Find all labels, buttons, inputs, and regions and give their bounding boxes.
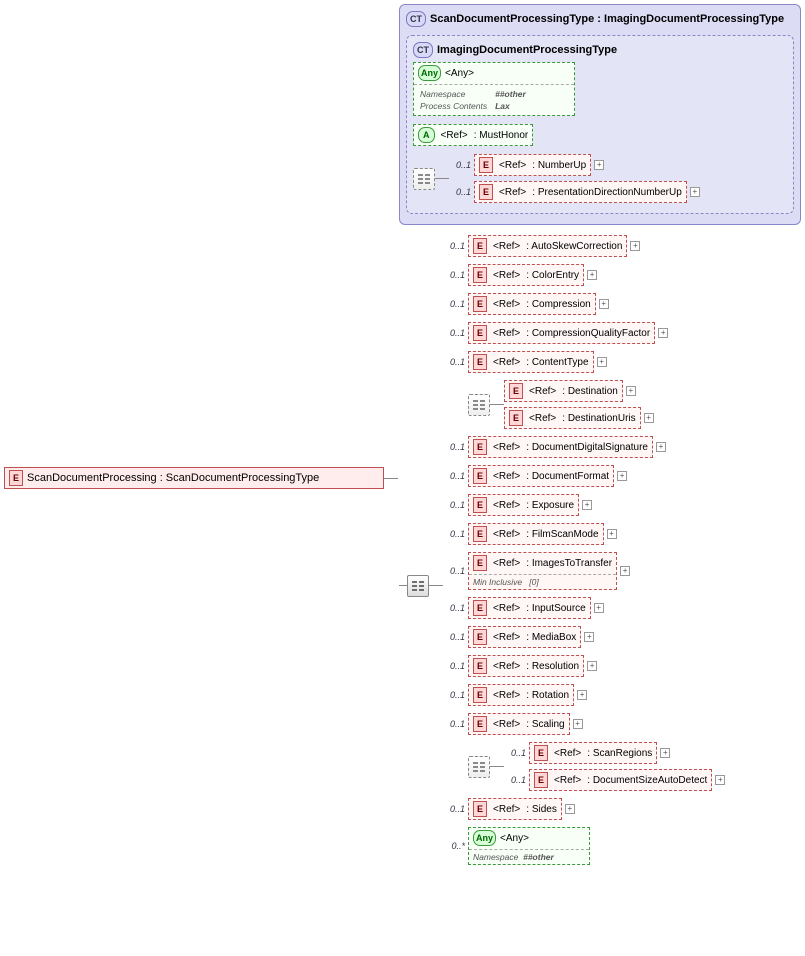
outer-frame-title: CT ScanDocumentProcessingType : ImagingD… (406, 11, 794, 31)
attribute-musthonor[interactable]: A <Ref> : MustHonor (413, 124, 787, 146)
inner-frame-label: ImagingDocumentProcessingType (437, 44, 617, 56)
sequence-icon[interactable] (407, 575, 429, 597)
expand-icon[interactable]: + (630, 241, 640, 251)
main-children: 0..1 E<Ref>: AutoSkewCorrection + 0..1 E… (443, 235, 725, 865)
expand-icon[interactable]: + (582, 500, 592, 510)
ref-scanregions[interactable]: 0..1 E<Ref>: ScanRegions + (504, 742, 725, 764)
ref-sides[interactable]: 0..1 E<Ref>: Sides + (443, 798, 725, 820)
ref-resolution[interactable]: 0..1 E<Ref>: Resolution + (443, 655, 725, 677)
ref-rotation[interactable]: 0..1 E<Ref>: Rotation + (443, 684, 725, 706)
expand-icon[interactable]: + (587, 270, 597, 280)
inner-type-frame: CT ImagingDocumentProcessingType Any <An… (406, 35, 794, 214)
min-inclusive-meta: Min Inclusive [0] (469, 574, 616, 589)
sequence-icon[interactable] (468, 756, 490, 778)
ref-docsizeautodetect[interactable]: 0..1 E<Ref>: DocumentSizeAutoDetect + (504, 769, 725, 791)
expand-icon[interactable]: + (690, 187, 700, 197)
any-meta: Namespace ##other (469, 849, 589, 864)
ref-inputsource[interactable]: 0..1 E<Ref>: InputSource + (443, 597, 725, 619)
expand-icon[interactable]: + (594, 160, 604, 170)
outer-frame-label: ScanDocumentProcessingType : ImagingDocu… (430, 13, 784, 25)
expand-icon[interactable]: + (656, 442, 666, 452)
ref-compression[interactable]: 0..1 E<Ref>: Compression + (443, 293, 725, 315)
tail-any[interactable]: 0..* Any <Any> Namespace ##other (443, 827, 725, 865)
ref-numberup[interactable]: 0..1 E <Ref> : NumberUp + (449, 154, 700, 176)
ref-scaling[interactable]: 0..1 E<Ref>: Scaling + (443, 713, 725, 735)
ref-compressionquality[interactable]: 0..1 E<Ref>: CompressionQualityFactor + (443, 322, 725, 344)
expand-icon[interactable]: + (577, 690, 587, 700)
sequence-icon[interactable] (413, 168, 435, 190)
ref-digitalsignature[interactable]: 0..1 E<Ref>: DocumentDigitalSignature + (443, 436, 725, 458)
diagram-root: E ScanDocumentProcessing : ScanDocumentP… (4, 4, 801, 952)
inner-frame-title: CT ImagingDocumentProcessingType (413, 42, 787, 62)
expand-icon[interactable]: + (626, 386, 636, 396)
attribute-badge: A (418, 127, 435, 143)
ref-presentationdirection[interactable]: 0..1 E <Ref> : PresentationDirectionNumb… (449, 181, 700, 203)
main-sequence-row: 0..1 E<Ref>: AutoSkewCorrection + 0..1 E… (399, 235, 801, 865)
expand-icon[interactable]: + (584, 632, 594, 642)
any-label: <Any> (500, 833, 529, 844)
any-label: <Any> (445, 68, 474, 79)
element-badge: E (9, 470, 23, 486)
inner-seq-children: 0..1 E <Ref> : NumberUp + 0..1 (449, 154, 700, 203)
ref-contenttype[interactable]: 0..1 E<Ref>: ContentType + (443, 351, 725, 373)
expand-icon[interactable]: + (587, 661, 597, 671)
destination-choice: E<Ref>: Destination + E<Ref>: Destinatio… (443, 380, 725, 429)
ref-destinationuris[interactable]: E<Ref>: DestinationUris + (504, 407, 654, 429)
right-column: CT ScanDocumentProcessingType : ImagingD… (399, 4, 801, 865)
ct-badge: CT (413, 42, 433, 58)
root-column: E ScanDocumentProcessing : ScanDocumentP… (4, 4, 399, 952)
ref-mediabox[interactable]: 0..1 E<Ref>: MediaBox + (443, 626, 725, 648)
attr-name: : MustHonor (474, 130, 528, 141)
expand-icon[interactable]: + (607, 529, 617, 539)
root-label: ScanDocumentProcessing : ScanDocumentPro… (27, 472, 319, 484)
expand-icon[interactable]: + (597, 357, 607, 367)
any-wildcard[interactable]: Any <Any> Namespace##other Process Conte… (413, 62, 575, 116)
expand-icon[interactable]: + (660, 748, 670, 758)
expand-icon[interactable]: + (644, 413, 654, 423)
ref-exposure[interactable]: 0..1 E<Ref>: Exposure + (443, 494, 725, 516)
inner-sequence-row: 0..1 E <Ref> : NumberUp + 0..1 (413, 154, 787, 203)
ref-imagestotransfer[interactable]: 0..1 E <Ref> : ImagesToTransfer Min Incl… (443, 552, 725, 590)
ct-badge: CT (406, 11, 426, 27)
scanregion-choice: 0..1 E<Ref>: ScanRegions + 0..1 E<Ref>: … (443, 742, 725, 791)
any-badge: Any (473, 830, 496, 846)
ref-colorentry[interactable]: 0..1 E<Ref>: ColorEntry + (443, 264, 725, 286)
outer-type-frame: CT ScanDocumentProcessingType : ImagingD… (399, 4, 801, 225)
any-badge: Any (418, 65, 441, 81)
ref-documentformat[interactable]: 0..1 E<Ref>: DocumentFormat + (443, 465, 725, 487)
expand-icon[interactable]: + (594, 603, 604, 613)
ref-destination[interactable]: E<Ref>: Destination + (504, 380, 654, 402)
root-element[interactable]: E ScanDocumentProcessing : ScanDocumentP… (4, 467, 384, 489)
ref-autoskew[interactable]: 0..1 E<Ref>: AutoSkewCorrection + (443, 235, 725, 257)
expand-icon[interactable]: + (565, 804, 575, 814)
expand-icon[interactable]: + (617, 471, 627, 481)
expand-icon[interactable]: + (573, 719, 583, 729)
expand-icon[interactable]: + (658, 328, 668, 338)
any-meta: Namespace##other Process ContentsLax (414, 84, 574, 115)
expand-icon[interactable]: + (599, 299, 609, 309)
ref-filmscanmode[interactable]: 0..1 E<Ref>: FilmScanMode + (443, 523, 725, 545)
expand-icon[interactable]: + (620, 566, 630, 576)
ref-label: <Ref> (441, 130, 468, 141)
connector-line (384, 478, 398, 479)
expand-icon[interactable]: + (715, 775, 725, 785)
sequence-icon[interactable] (468, 394, 490, 416)
